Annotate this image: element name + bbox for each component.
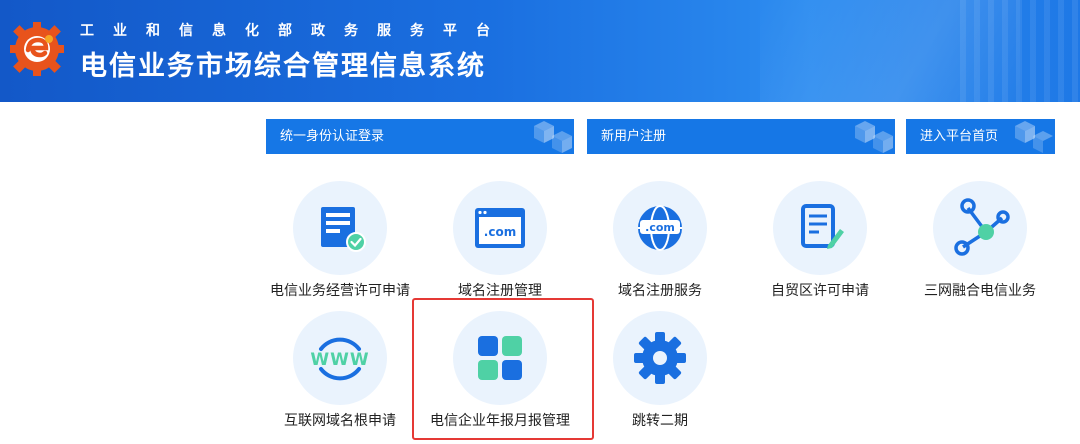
dotcom-globe-icon: .com	[638, 205, 682, 251]
tile-telecom-license[interactable]: 电信业务经营许可申请	[260, 181, 420, 311]
header-pattern	[960, 0, 1080, 102]
platform-home-button[interactable]: 进入平台首页	[906, 119, 1055, 154]
register-label: 新用户注册	[601, 129, 667, 144]
tile-icon-circle	[293, 181, 387, 275]
cube-decoration-icon	[855, 121, 893, 153]
svg-text:WWW: WWW	[310, 350, 369, 370]
sso-login-button[interactable]: 统一身份认证登录	[266, 119, 574, 154]
gear-logo-icon	[10, 22, 64, 76]
sso-login-label: 统一身份认证登录	[280, 129, 385, 144]
register-button[interactable]: 新用户注册	[587, 119, 895, 154]
cube-decoration-icon	[1015, 121, 1053, 153]
tile-phase-two[interactable]: 跳转二期	[580, 311, 740, 441]
cube-decoration-icon	[534, 121, 572, 153]
site-header: 工业和信息化部政务服务平台 电信业务市场综合管理信息系统	[0, 0, 1080, 102]
tile-label: 域名注册管理	[458, 283, 542, 299]
tile-label: 电信业务经营许可申请	[270, 283, 410, 299]
document-edit-icon	[801, 204, 844, 249]
gear-icon	[634, 332, 686, 384]
platform-home-label: 进入平台首页	[920, 129, 999, 144]
network-nodes-icon	[954, 198, 1010, 256]
svg-text:.com: .com	[645, 221, 675, 234]
tile-label: 互联网域名根申请	[284, 413, 396, 429]
tile-label: 三网融合电信业务	[924, 283, 1036, 299]
tile-icon-circle: .com	[453, 181, 547, 275]
header-subtitle: 工业和信息化部政务服务平台	[80, 23, 509, 39]
license-document-check-icon	[321, 207, 366, 252]
selection-highlight-box	[412, 298, 594, 440]
dotcom-window-icon: .com	[475, 208, 525, 248]
www-icon: WWW	[310, 337, 369, 381]
tile-label: 跳转二期	[632, 413, 688, 429]
svg-text:.com: .com	[484, 225, 516, 239]
tile-icon-circle	[613, 311, 707, 405]
tile-icon-circle	[933, 181, 1027, 275]
tile-internet-domain-root[interactable]: WWW 互联网域名根申请	[260, 311, 420, 441]
page-title: 电信业务市场综合管理信息系统	[80, 51, 486, 82]
tile-icon-circle: .com	[613, 181, 707, 275]
tile-domain-registration-management[interactable]: .com 域名注册管理	[420, 181, 580, 311]
tile-free-trade-zone-license[interactable]: 自贸区许可申请	[740, 181, 900, 311]
tile-label: 自贸区许可申请	[771, 283, 869, 299]
tile-icon-circle: WWW	[293, 311, 387, 405]
tile-triple-play-telecom[interactable]: 三网融合电信业务	[900, 181, 1060, 311]
tile-icon-circle	[773, 181, 867, 275]
tile-label: 域名注册服务	[618, 283, 702, 299]
tile-domain-registration-service[interactable]: .com 域名注册服务	[580, 181, 740, 311]
